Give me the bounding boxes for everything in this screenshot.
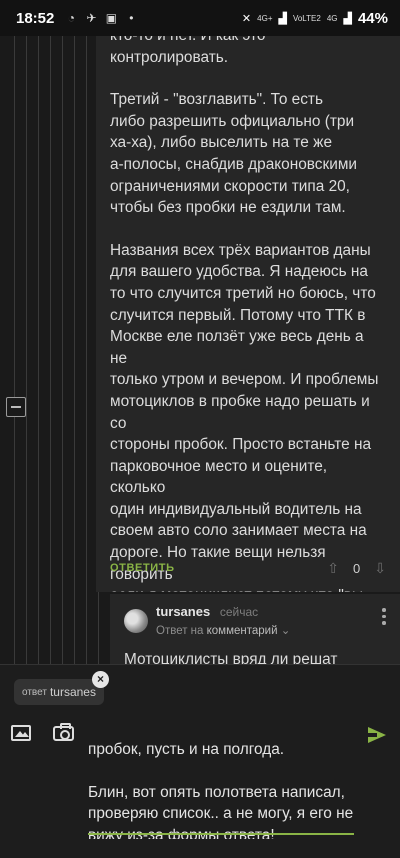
reply-text: пробок, пусть и на полгода. Блин, вот оп… <box>88 740 354 839</box>
image-icon[interactable] <box>11 725 31 741</box>
input-underline <box>88 833 354 835</box>
lte-label: 4G <box>326 13 338 23</box>
notification-icons: ◔ ✈ ▣ • <box>64 11 138 25</box>
vote-count: 0 <box>353 560 361 576</box>
status-bar: 18:52 ◔ ✈ ▣ • ✕ 4G+ ▟ VoLTE2 4G ▟ 44% <box>0 0 400 36</box>
signal-icon-2: ▟ <box>343 12 352 25</box>
comment-paragraph: Третий - "возглавить". То есть либо разр… <box>110 91 358 217</box>
comment-actions: ОТВЕТИТЬ ⇧ 0 ⇩ <box>96 556 400 580</box>
telegram-icon: ✈ <box>86 11 97 25</box>
reply-chip-label: ответ <box>22 686 47 698</box>
battery-level: 44% <box>357 9 388 27</box>
reply-target-chip: ответ tursanes <box>14 679 104 705</box>
reply-chip-user: tursanes <box>49 685 96 699</box>
vote-controls: ⇧ 0 ⇩ <box>327 560 400 577</box>
reply-button[interactable]: ОТВЕТИТЬ <box>110 562 175 574</box>
close-icon[interactable]: × <box>92 671 109 688</box>
alarm-icon: ◔ <box>67 11 75 25</box>
more-icon[interactable] <box>382 608 386 625</box>
status-time: 18:52 <box>16 9 55 27</box>
signal-icon: ▟ <box>278 12 287 25</box>
comment-cut-line: кто-то и нет. И как это контролировать. <box>110 36 265 66</box>
collapse-thread-icon[interactable] <box>6 397 26 417</box>
upvote-icon[interactable]: ⇧ <box>327 560 339 577</box>
volte-label: VoLTE2 <box>292 13 321 23</box>
avatar[interactable] <box>124 608 148 633</box>
reply-textarea[interactable]: пробок, пусть и на полгода. Блин, вот оп… <box>88 721 358 839</box>
network-indicator: 4G+ <box>257 13 273 23</box>
comment-body: кто-то и нет. И как это контролировать. … <box>96 36 400 592</box>
thread-lines <box>0 36 110 666</box>
mute-icon: ✕ <box>241 12 252 25</box>
sub-comment-username[interactable]: tursanes <box>156 604 210 619</box>
reply-to-info[interactable]: Ответ на комментарий ⌄ <box>156 623 290 637</box>
status-right: ✕ 4G+ ▟ VoLTE2 4G ▟ 44% <box>242 10 388 27</box>
downvote-icon[interactable]: ⇩ <box>374 560 386 577</box>
comment-paragraph: Названия всех трёх вариантов даны для ва… <box>110 241 379 592</box>
reply-to-link[interactable]: комментарий <box>207 625 278 637</box>
send-icon[interactable] <box>368 727 386 743</box>
sub-comment-time: сейчас <box>219 605 259 619</box>
sub-comment-header: tursanes сейчас Ответ на комментарий ⌄ <box>124 604 400 637</box>
chevron-down-icon[interactable]: ⌄ <box>281 625 291 637</box>
camera-icon[interactable] <box>53 723 74 741</box>
screenshot-icon: ▣ <box>105 11 118 25</box>
sub-comment: tursanes сейчас Ответ на комментарий ⌄ М… <box>110 594 400 666</box>
reply-form: ответ tursanes × пробок, пусть и на полг… <box>0 664 400 858</box>
dot-icon: • <box>129 11 134 25</box>
